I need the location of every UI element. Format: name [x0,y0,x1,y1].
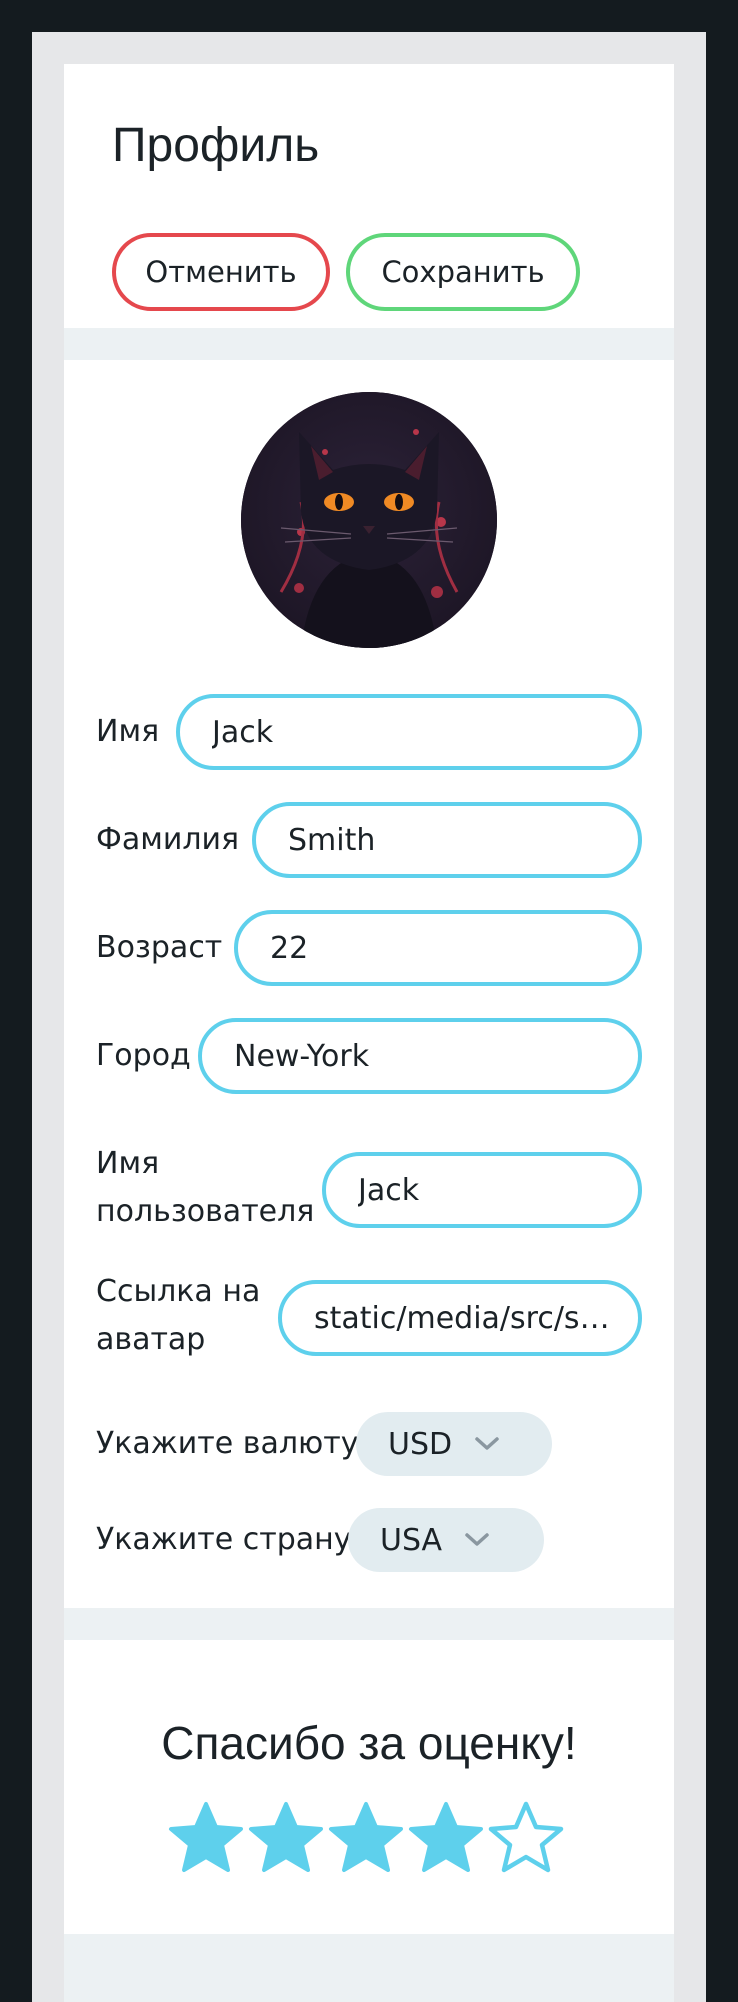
profile-card: Имя Jack Фамилия Smith Возраст 22 Город … [64,360,674,1608]
avatar-url-field[interactable]: static/media/src/sh... [278,1280,642,1356]
country-label: Укажите страну [96,1522,352,1557]
username-value: Jack [358,1172,420,1208]
username-label-line1: Имя [96,1146,160,1181]
app-frame: Профиль Отменить Сохранить Имя Jack Фами… [32,32,706,2002]
currency-label: Укажите валюту [96,1426,359,1461]
age-field[interactable]: 22 [234,910,642,986]
username-field[interactable]: Jack [322,1152,642,1228]
star-filled-icon[interactable] [328,1800,404,1876]
avatar-url-label: Ссылка на аватар [96,1268,260,1364]
city-value: New-York [234,1038,370,1074]
avatar-url-label-line2: аватар [96,1322,206,1357]
header-card: Профиль Отменить Сохранить [64,64,674,328]
city-field[interactable]: New-York [198,1018,642,1094]
city-label: Город [96,1038,191,1073]
star-filled-icon[interactable] [408,1800,484,1876]
section-divider [64,328,674,360]
age-value: 22 [270,930,309,966]
currency-value: USD [388,1426,453,1462]
cancel-button[interactable]: Отменить [112,233,330,311]
first-name-field[interactable]: Jack [176,694,642,770]
avatar-url-value: static/media/src/sh... [314,1300,624,1336]
star-empty-icon[interactable] [488,1800,564,1876]
chevron-down-icon [464,1532,490,1548]
username-label: Имя пользователя [96,1140,314,1236]
save-button[interactable]: Сохранить [346,233,580,311]
username-label-line2: пользователя [96,1194,315,1229]
last-name-field[interactable]: Smith [252,802,642,878]
rating-card: Спасибо за оценку! [64,1640,674,1934]
age-label: Возраст [96,930,223,965]
avatar-url-label-line1: Ссылка на [96,1274,261,1309]
country-value: USA [380,1522,443,1558]
last-name-value: Smith [288,822,376,858]
currency-select[interactable]: USD [356,1412,552,1476]
first-name-value: Jack [212,714,274,750]
last-name-label: Фамилия [96,822,240,857]
rating-title: Спасибо за оценку! [161,1717,577,1769]
first-name-label: Имя [96,714,160,749]
cat-avatar-icon [241,392,497,648]
bottom-strip [64,1934,674,2002]
avatar [241,392,497,648]
page-title: Профиль [112,119,320,172]
section-divider [64,1608,674,1640]
star-rating [168,1800,564,1876]
chevron-down-icon [474,1436,500,1452]
country-select[interactable]: USA [348,1508,544,1572]
star-filled-icon[interactable] [168,1800,244,1876]
star-filled-icon[interactable] [248,1800,324,1876]
